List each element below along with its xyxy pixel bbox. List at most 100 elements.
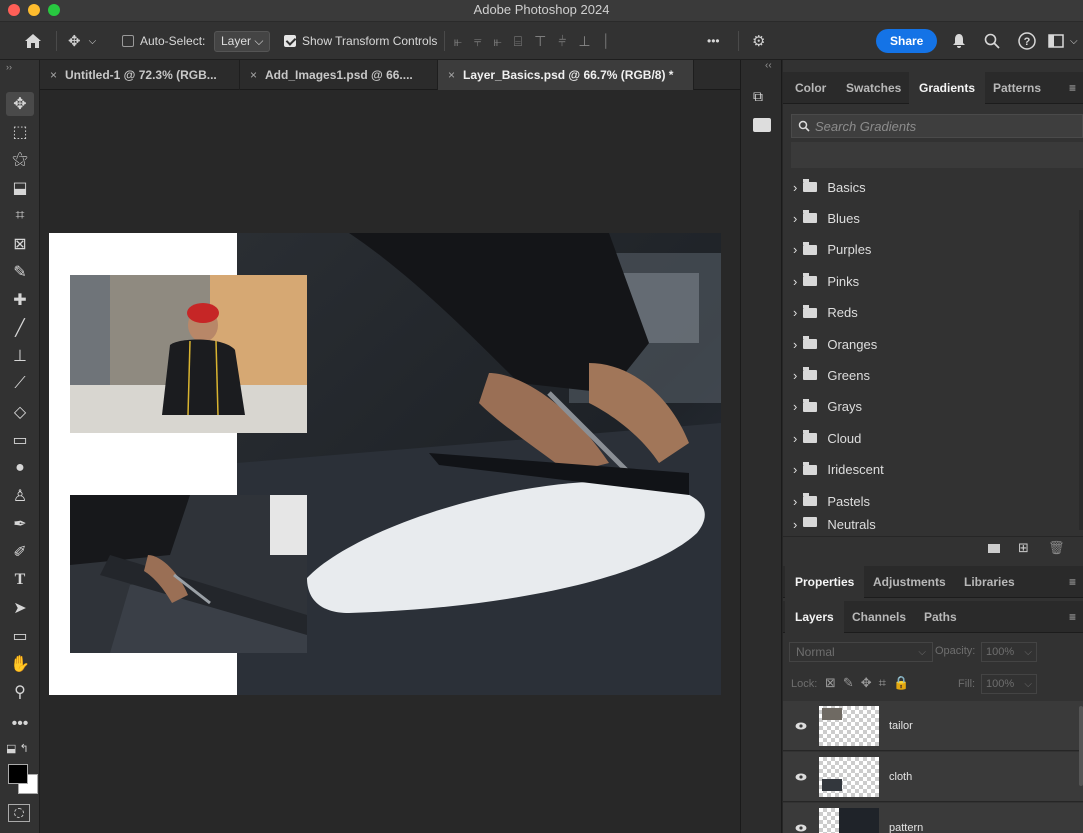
zoom-tool[interactable]: ⚲: [6, 680, 34, 704]
workspace-button[interactable]: ⌵: [1048, 22, 1078, 60]
layer-row-tailor[interactable]: tailor: [783, 701, 1083, 751]
object-selection-tool[interactable]: ⚝: [6, 148, 34, 172]
auto-select-checkbox[interactable]: Auto-Select:: [122, 22, 205, 60]
chevron-right-icon[interactable]: ›: [793, 180, 797, 195]
auto-select-target-select[interactable]: Layer ⌵: [214, 30, 271, 52]
tab-add-images1[interactable]: × Add_Images1.psd @ 66....: [240, 60, 438, 90]
blend-mode-select[interactable]: Normal ⌵: [789, 642, 933, 662]
chevron-right-icon[interactable]: ›: [793, 274, 797, 289]
crop-tool[interactable]: ⌗: [6, 204, 34, 228]
opacity-input[interactable]: 100% ⌵: [981, 642, 1037, 662]
notifications-button[interactable]: [952, 22, 966, 60]
help-button[interactable]: ?: [1018, 22, 1036, 60]
tab-adjustments[interactable]: Adjustments: [863, 566, 956, 598]
rectangle-tool[interactable]: ▭: [6, 624, 34, 648]
expand-panels-icon[interactable]: ‹‹: [765, 60, 772, 71]
edit-toolbar-button[interactable]: •••: [6, 712, 34, 736]
gradient-folder-row[interactable]: › Oranges: [783, 329, 1083, 359]
clone-stamp-tool[interactable]: ⊥: [6, 344, 34, 368]
gradient-folder-row[interactable]: › Basics: [783, 172, 1083, 202]
chevron-right-icon[interactable]: ›: [793, 211, 797, 226]
chevron-right-icon[interactable]: ›: [793, 494, 797, 509]
lock-options[interactable]: ⊠✎✥⌗🔒: [825, 675, 916, 691]
gradient-folder-row[interactable]: › Purples: [783, 235, 1083, 265]
blur-tool[interactable]: ●: [6, 456, 34, 480]
more-options-button[interactable]: •••: [707, 22, 720, 60]
pen-tool[interactable]: ✒: [6, 512, 34, 536]
show-transform-controls-checkbox[interactable]: Show Transform Controls: [284, 22, 437, 60]
align-buttons[interactable]: ⫦⫧⫦⌸⊤⫩⊥⏐: [454, 22, 621, 60]
chevron-right-icon[interactable]: ›: [793, 431, 797, 446]
swap-colors-button[interactable]: ⬓ ↰: [6, 742, 29, 755]
chevron-right-icon[interactable]: ›: [793, 242, 797, 257]
chevron-right-icon[interactable]: ›: [793, 462, 797, 477]
auto-select-target-dropdown[interactable]: Layer ⌵: [214, 22, 271, 60]
gradient-folder-row[interactable]: › Grays: [783, 392, 1083, 422]
document-canvas[interactable]: [49, 233, 721, 695]
gradient-folder-row[interactable]: › Pinks: [783, 266, 1083, 296]
tab-channels[interactable]: Channels: [842, 601, 916, 633]
quick-select-tool[interactable]: ⬓: [6, 176, 34, 200]
search-button[interactable]: [984, 22, 1000, 60]
share-button[interactable]: Share: [876, 22, 938, 60]
comments-panel-button[interactable]: [753, 118, 771, 132]
chevron-right-icon[interactable]: ›: [793, 337, 797, 352]
hand-tool[interactable]: ✋: [6, 652, 34, 676]
tab-properties[interactable]: Properties: [785, 566, 865, 598]
gradient-folder-row[interactable]: › Greens: [783, 360, 1083, 390]
gradient-folder-row[interactable]: › Cloud: [783, 423, 1083, 453]
tab-paths[interactable]: Paths: [914, 601, 967, 633]
trash-icon[interactable]: 🗑: [1048, 540, 1065, 556]
panel-menu-button[interactable]: ≡: [1065, 72, 1080, 104]
tab-libraries[interactable]: Libraries: [954, 566, 1025, 598]
fill-input[interactable]: 100% ⌵: [981, 674, 1037, 694]
tab-layers[interactable]: Layers: [785, 601, 844, 633]
gradient-folder-row[interactable]: › Reds: [783, 298, 1083, 328]
brush-tool[interactable]: ╱: [6, 316, 34, 340]
new-group-folder-icon[interactable]: [988, 544, 1000, 553]
chevron-right-icon[interactable]: ›: [793, 305, 797, 320]
marquee-tool[interactable]: ⬚: [6, 120, 34, 144]
quick-mask-button[interactable]: [8, 804, 30, 822]
eye-icon[interactable]: [795, 770, 807, 784]
type-tool[interactable]: T: [6, 568, 34, 592]
gradient-tool[interactable]: ▭: [6, 428, 34, 452]
layer-name[interactable]: cloth: [889, 771, 912, 783]
gradient-search-input[interactable]: Search Gradients: [791, 114, 1083, 138]
history-brush-tool[interactable]: ⟋: [6, 372, 34, 396]
move-tool[interactable]: ✥: [6, 92, 34, 116]
checkbox-box[interactable]: [122, 35, 134, 47]
layers-scrollbar[interactable]: [1079, 706, 1083, 786]
layer-name[interactable]: pattern: [889, 822, 923, 833]
close-icon[interactable]: ×: [448, 68, 455, 82]
gradients-scrollbar[interactable]: [1079, 210, 1083, 530]
path-selection-tool[interactable]: ➤: [6, 596, 34, 620]
dodge-tool[interactable]: ♙: [6, 484, 34, 508]
panel-menu-button[interactable]: ≡: [1065, 601, 1080, 633]
gradient-folder-row[interactable]: › Blues: [783, 203, 1083, 233]
foreground-color-swatch[interactable]: [8, 764, 28, 784]
eye-icon[interactable]: [795, 719, 807, 733]
move-tool-preset-picker[interactable]: ✥ ⌵: [68, 22, 96, 60]
layer-row-pattern[interactable]: pattern: [783, 803, 1083, 833]
new-gradient-icon[interactable]: ⊞: [1018, 540, 1029, 556]
tab-layer-basics[interactable]: × Layer_Basics.psd @ 66.7% (RGB/8) *: [438, 60, 694, 90]
collapse-toolbar-icon[interactable]: ››: [6, 62, 12, 72]
freeform-pen-tool[interactable]: ✐: [6, 540, 34, 564]
eraser-tool[interactable]: ◇: [6, 400, 34, 424]
eyedropper-tool[interactable]: ✎: [6, 260, 34, 284]
gradient-folder-row[interactable]: › Iridescent: [783, 455, 1083, 485]
layer-name[interactable]: tailor: [889, 720, 913, 732]
settings-button[interactable]: ⚙: [752, 22, 765, 60]
tab-untitled-1[interactable]: × Untitled-1 @ 72.3% (RGB...: [40, 60, 240, 90]
tab-color[interactable]: Color: [785, 72, 836, 104]
close-icon[interactable]: ×: [50, 68, 57, 82]
history-panel-button[interactable]: ⧉: [753, 88, 763, 105]
layer-row-cloth[interactable]: cloth: [783, 752, 1083, 802]
chevron-right-icon[interactable]: ›: [793, 517, 797, 532]
frame-tool[interactable]: ⊠: [6, 232, 34, 256]
panel-menu-button[interactable]: ≡: [1065, 566, 1080, 598]
tab-patterns[interactable]: Patterns: [983, 72, 1051, 104]
checkbox-box-checked[interactable]: [284, 35, 296, 47]
gradient-folder-row[interactable]: › Neutrals: [783, 517, 1083, 533]
